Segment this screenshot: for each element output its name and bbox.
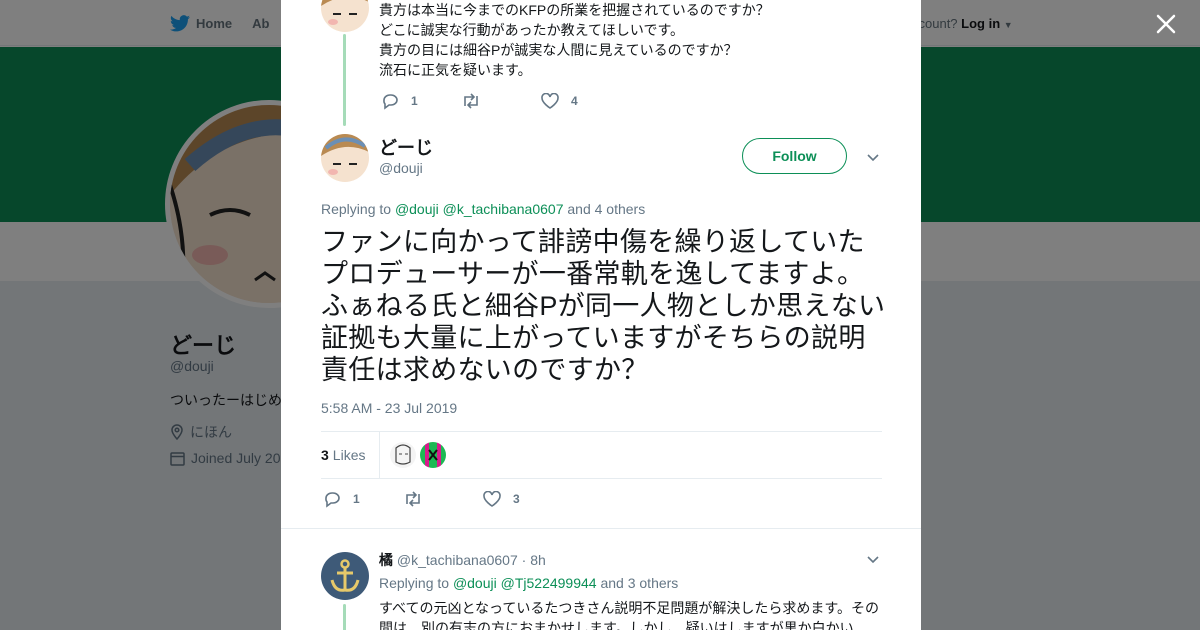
heart-icon [541,93,559,109]
reply-icon [383,94,398,110]
thread-line [343,604,346,630]
tweet-actions: 1 3 [323,490,563,508]
anchor-avatar-icon [321,552,369,600]
reply-icon [325,492,340,508]
previous-tweet-actions: 1 4 [381,92,621,110]
avatar-image [321,134,369,182]
retweet-icon [464,93,478,109]
replying-to: Replying to @douji @k_tachibana0607 and … [321,201,645,217]
tweet-author-name[interactable]: どーじ [379,134,433,160]
tweet-text: ファンに向かって誹謗中傷を繰り返していたプロデューサーが一番常軌を逸してますよ。… [321,227,886,385]
previous-tweet-avatar[interactable] [321,0,369,32]
replying-to-others[interactable]: and 4 others [567,201,645,217]
replying-to-mentions[interactable]: @douji @Tj522499944 [453,575,597,591]
tweet-modal: 貴方は本当に今までのKFPの所業を把握されているのですか？ どこに誠実な行動があ… [281,0,921,630]
replies-divider [281,528,921,536]
retweet-icon [406,491,420,507]
avatar-image [390,442,417,468]
previous-tweet-text: 貴方は本当に今までのKFPの所業を把握されているのですか？ どこに誠実な行動があ… [379,2,770,78]
retweet-button[interactable] [461,93,541,109]
chevron-down-icon[interactable] [866,552,880,566]
avatar-image [420,442,447,468]
reply-count: 1 [353,492,360,506]
reply-author-name: 橘 [379,552,393,568]
replying-to-others[interactable]: and 3 others [600,575,678,591]
likes-label: Likes [332,447,366,463]
like-button[interactable]: 3 [483,491,563,507]
liker-avatar[interactable] [420,442,447,468]
close-icon[interactable] [1152,10,1180,38]
replying-to-prefix: Replying to [321,201,392,217]
replying-to-mentions[interactable]: @douji @k_tachibana0607 [395,201,564,217]
reply-text: すべての元凶となっているたつきさん説明不足問題が解決したら求めます。その間は、別… [379,600,879,630]
heart-icon [483,491,501,507]
likes-count: 3 [321,447,329,463]
reply-count: 1 [411,94,418,108]
like-count: 3 [513,492,520,506]
tweet-stats: 3 Likes [321,431,882,479]
reply-button[interactable]: 1 [381,92,461,110]
reply-replying-to: Replying to @douji @Tj522499944 and 3 ot… [379,575,678,591]
reply-author-handle: @k_tachibana0607 [396,552,518,568]
tweet-author-avatar[interactable] [321,134,369,182]
avatar-image [321,0,369,32]
reply-time[interactable]: · 8h [522,552,546,568]
like-count: 4 [571,94,578,108]
replying-to-prefix: Replying to [379,575,450,591]
liker-avatar[interactable] [390,442,417,468]
tweet-author-handle[interactable]: @douji [379,160,423,176]
follow-button[interactable]: Follow [742,138,847,174]
thread-line [343,34,346,126]
chevron-down-icon[interactable] [866,150,880,164]
reply-author-avatar[interactable] [321,552,369,600]
retweet-button[interactable] [403,491,483,507]
tweet-timestamp[interactable]: 5:58 AM - 23 Jul 2019 [321,400,457,416]
likes-stat[interactable]: 3 Likes [321,431,381,479]
reply-author[interactable]: 橘 @k_tachibana0607 · 8h [379,550,546,570]
reply-button[interactable]: 1 [323,490,403,508]
like-button[interactable]: 4 [541,93,621,109]
